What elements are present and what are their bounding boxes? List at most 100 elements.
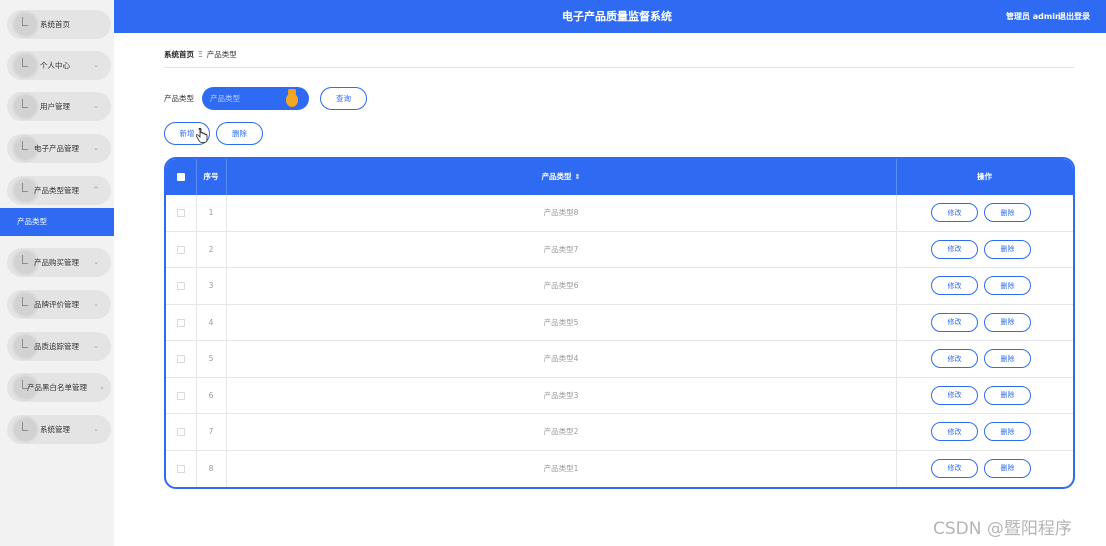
sidebar-item-personal-center[interactable]: 个人中心 ⌄ [7, 51, 111, 80]
menu-knob-icon [12, 11, 39, 38]
row-index: 8 [208, 463, 214, 473]
edit-button[interactable]: 修改 [931, 422, 978, 441]
row-checkbox[interactable] [166, 268, 196, 304]
edit-button[interactable]: 修改 [931, 203, 978, 222]
edit-button[interactable]: 修改 [931, 276, 978, 295]
sidebar-item-quality-tracking[interactable]: 品质追踪管理 ⌄ [7, 332, 111, 361]
sidebar-item-system-management[interactable]: 系统管理 ⌄ [7, 415, 111, 444]
table-row: 8 产品类型1 修改 删除 [166, 450, 1073, 488]
sidebar-item-electronic-products[interactable]: 电子产品管理 ⌄ [7, 134, 111, 163]
table-body: 1 产品类型8 修改 删除 2 产品类型7 修改 删除 3 产品类型6 修改 删除 4 产品类型5 修改 删除… [166, 195, 1073, 487]
row-operations: 修改 删除 [896, 451, 1073, 488]
table-row: 3 产品类型6 修改 删除 [166, 268, 1073, 305]
divider [164, 67, 1074, 68]
sidebar-item-product-purchase[interactable]: 产品购买管理 ⌄ [7, 248, 111, 277]
row-operations: 修改 删除 [896, 414, 1073, 450]
row-delete-button[interactable]: 删除 [984, 276, 1031, 295]
row-delete-button[interactable]: 删除 [984, 422, 1031, 441]
top-header: 电子产品质量监督系统 管理员 admin 退出登录 [114, 0, 1106, 33]
sidebar-item-user-management[interactable]: 用户管理 ⌄ [7, 92, 111, 121]
row-delete-button[interactable]: 删除 [984, 458, 1031, 478]
sidebar-item-product-type-management[interactable]: 产品类型管理 ^ [7, 176, 111, 205]
row-name: 产品类型3 [543, 390, 579, 400]
chevron-down-icon: ⌄ [93, 102, 99, 110]
chevron-down-icon: ⌄ [93, 300, 99, 308]
menu-knob-icon [12, 416, 39, 443]
table-row: 4 产品类型5 修改 删除 [166, 304, 1073, 341]
sidebar-item-label: 用户管理 [40, 102, 70, 111]
row-name: 产品类型4 [543, 354, 579, 363]
row-checkbox[interactable] [166, 451, 196, 488]
chevron-down-icon: ⌄ [93, 61, 99, 69]
row-delete-button[interactable]: 删除 [984, 312, 1031, 332]
sidebar-item-label: 产品类型管理 [34, 186, 79, 195]
logout-link[interactable]: 退出登录 [1058, 0, 1090, 33]
chevron-down-icon: ⌄ [93, 144, 99, 152]
row-operations: 修改 删除 [896, 195, 1073, 231]
breadcrumb-home[interactable]: 系统首页 [164, 50, 194, 59]
sidebar-item-home[interactable]: 系统首页 [7, 10, 111, 39]
row-name: 产品类型6 [543, 281, 579, 290]
row-checkbox[interactable] [166, 341, 196, 377]
sidebar-item-brand-review[interactable]: 品牌评价管理 ⌄ [7, 290, 111, 319]
sidebar-item-blackwhite-list[interactable]: 产品黑白名单管理 ⌄ [7, 373, 111, 402]
column-header-name-label: 产品类型 [541, 172, 572, 181]
row-checkbox[interactable] [166, 305, 196, 341]
row-delete-button[interactable]: 删除 [984, 239, 1031, 259]
table-header: 序号 产品类型 ⇕ 操作 [166, 159, 1073, 195]
chevron-down-icon: ⌄ [93, 425, 99, 433]
row-name: 产品类型5 [543, 317, 579, 327]
row-operations: 修改 删除 [896, 268, 1073, 304]
row-delete-button[interactable]: 删除 [984, 349, 1031, 368]
menu-knob-icon [12, 93, 39, 120]
edit-button[interactable]: 修改 [931, 349, 978, 368]
row-operations: 修改 删除 [896, 341, 1073, 377]
chevron-down-icon: ⌄ [93, 342, 99, 350]
row-index: 2 [208, 244, 214, 254]
sidebar-item-label: 产品购买管理 [34, 258, 79, 267]
chevron-down-icon: ⌄ [99, 383, 105, 391]
column-header-index: 序号 [203, 172, 219, 181]
hand-pointer-icon [196, 128, 208, 143]
table-row: 5 产品类型4 修改 删除 [166, 341, 1073, 378]
row-checkbox[interactable] [166, 378, 196, 414]
row-name: 产品类型2 [543, 427, 579, 436]
sidebar-item-label: 个人中心 [40, 61, 70, 70]
sidebar-item-label: 产品黑白名单管理 [27, 383, 87, 392]
row-checkbox[interactable] [166, 414, 196, 450]
select-all-checkbox[interactable] [166, 159, 196, 195]
delete-button[interactable]: 删除 [216, 122, 263, 145]
row-checkbox[interactable] [166, 195, 196, 231]
row-delete-button[interactable]: 删除 [984, 385, 1031, 405]
data-table: 序号 产品类型 ⇕ 操作 1 产品类型8 修改 删除 2 产品类型7 修改 删除 3 产品类型6 修改… [164, 157, 1075, 489]
sidebar-item-label: 品质追踪管理 [34, 342, 79, 351]
edit-button[interactable]: 修改 [931, 385, 978, 405]
sort-icon[interactable]: ⇕ [575, 173, 581, 181]
breadcrumb-current: 产品类型 [206, 50, 237, 59]
sidebar-item-label: 品牌评价管理 [34, 300, 79, 309]
search-label: 产品类型 [164, 94, 194, 103]
sidebar-subitem-product-type[interactable]: 产品类型 [0, 208, 114, 236]
edit-button[interactable]: 修改 [931, 312, 978, 332]
row-index: 5 [208, 354, 214, 363]
row-checkbox[interactable] [166, 232, 196, 268]
query-button[interactable]: 查询 [320, 87, 367, 110]
column-header-name[interactable]: 产品类型 ⇕ [226, 159, 896, 195]
sidebar-item-label: 系统管理 [40, 425, 70, 434]
row-operations: 修改 删除 [896, 232, 1073, 268]
row-index: 7 [208, 427, 214, 436]
current-user: 管理员 admin [1006, 12, 1061, 21]
sidebar: 系统首页 个人中心 ⌄ 用户管理 ⌄ 电子产品管理 ⌄ 产品类型管理 ^ 产品类… [0, 0, 114, 546]
breadcrumb-separator-icon: Ξ [198, 50, 203, 59]
sidebar-subitem-label: 产品类型 [17, 217, 47, 226]
text-cursor-icon [286, 89, 298, 107]
row-delete-button[interactable]: 删除 [984, 203, 1031, 222]
row-index: 3 [208, 281, 214, 290]
app-title: 电子产品质量监督系统 [562, 10, 672, 23]
menu-knob-icon [12, 52, 39, 79]
column-header-operation: 操作 [977, 172, 992, 181]
edit-button[interactable]: 修改 [931, 239, 978, 259]
edit-button[interactable]: 修改 [931, 458, 978, 478]
row-index: 4 [208, 317, 214, 327]
table-row: 6 产品类型3 修改 删除 [166, 377, 1073, 414]
